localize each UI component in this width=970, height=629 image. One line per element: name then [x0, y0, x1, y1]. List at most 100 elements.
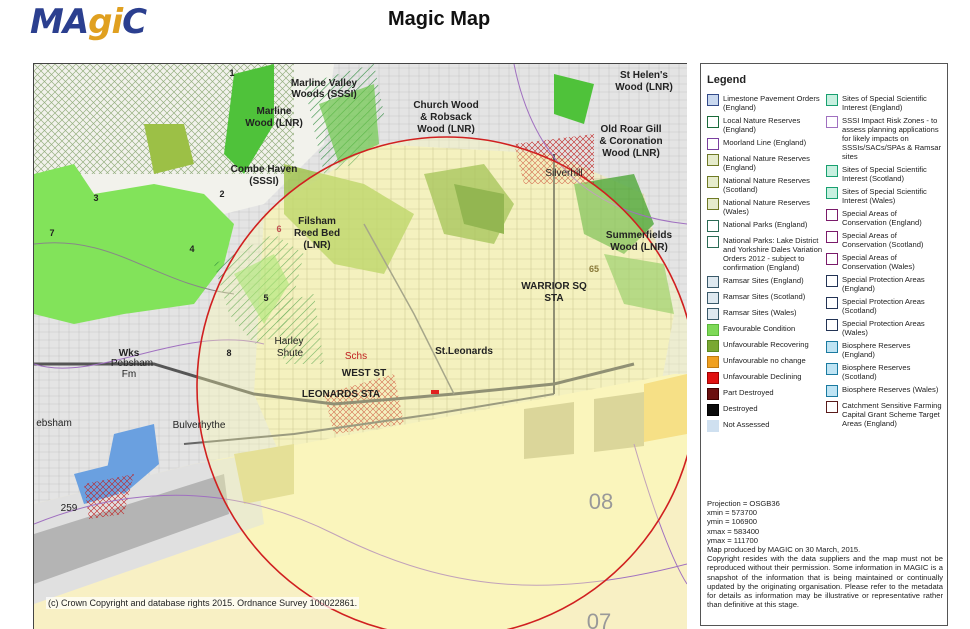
label-site-8: 8	[226, 348, 231, 358]
sac-swatch	[826, 209, 838, 221]
biosphere-swatch	[826, 341, 838, 353]
biosphere-wales-swatch	[826, 385, 838, 397]
nochange-swatch	[707, 356, 719, 368]
legend-item: Special Protection Areas (Wales)	[826, 319, 942, 337]
legend-column-1: Limestone Pavement Orders (England) Local…	[707, 94, 823, 436]
nnr-scot-swatch	[707, 176, 719, 188]
ramsar-wales-swatch	[707, 308, 719, 320]
label-site-2: 2	[219, 189, 224, 199]
legend-item-label: Special Areas of Conservation (England)	[842, 209, 922, 227]
sssi-wales-swatch	[826, 187, 838, 199]
legend-item-label: Moorland Line (England)	[723, 138, 807, 147]
legend-item: Unfavourable Recovering	[707, 340, 823, 352]
produced-text: Map produced by MAGIC on 30 March, 2015.	[707, 545, 861, 555]
label-west-st: WEST ST	[342, 368, 386, 379]
ymin-text: ymin = 106900	[707, 517, 758, 527]
declining-swatch	[707, 372, 719, 384]
label-site-6: 6	[276, 224, 281, 234]
map-copyright: (c) Crown Copyright and database rights …	[46, 597, 360, 609]
label-sta: STA	[544, 293, 563, 304]
label-st-helens-wood: Wood (LNR)	[615, 82, 673, 93]
label-robsack-wood: Wood (LNR)	[417, 124, 475, 135]
lnr-swatch	[707, 116, 719, 128]
spa-swatch	[826, 275, 838, 287]
legend-item: Not Assessed	[707, 420, 823, 432]
magic-logo: MAgiC	[30, 2, 147, 42]
legend-item-label: Ramsar Sites (Wales)	[723, 308, 797, 317]
legend-item: National Parks: Lake District and Yorksh…	[707, 236, 823, 272]
label-reed-lnr: (LNR)	[303, 240, 330, 251]
map-view[interactable]: Marline Valley Woods (SSSI) Marline Wood…	[33, 63, 687, 629]
legend-item-label: National Nature Reserves (England)	[723, 154, 810, 172]
not-assessed-swatch	[707, 420, 719, 432]
legend-item: Destroyed	[707, 404, 823, 416]
label-marline: Marline	[256, 106, 291, 117]
nnr-swatch	[707, 154, 719, 166]
sssi-swatch	[826, 94, 838, 106]
legend-item-label: National Parks: Lake District and Yorksh…	[723, 236, 823, 272]
xmax-text: xmax = 583400	[707, 526, 760, 536]
label-summerfields: Summerfields	[606, 230, 673, 241]
legend-item-label: Biosphere Reserves (Wales)	[842, 385, 939, 394]
legend-item-label: Special Areas of Conservation (Scotland)	[842, 231, 924, 249]
label-grid-08: 08	[589, 489, 613, 514]
csf-swatch	[826, 401, 838, 413]
moorland-swatch	[707, 138, 719, 150]
label-site-7: 7	[49, 228, 54, 238]
legend-title: Legend	[707, 74, 747, 86]
irz-swatch	[826, 116, 838, 128]
label-site-5: 5	[263, 293, 268, 303]
legend-item-label: Unfavourable Recovering	[723, 340, 809, 349]
legend-item: Biosphere Reserves (Wales)	[826, 385, 942, 397]
legend-item: Biosphere Reserves (England)	[826, 341, 942, 359]
sssi-scot-swatch	[826, 165, 838, 177]
spa-scot-swatch	[826, 297, 838, 309]
label-st-helens: St Helen's	[620, 70, 668, 81]
label-ebsham: ebsham	[36, 418, 72, 429]
label-site-4: 4	[189, 244, 194, 254]
legend-item: Sites of Special Scientific Interest (Wa…	[826, 187, 942, 205]
legend-item-label: Sites of Special Scientific Interest (Sc…	[842, 165, 927, 183]
legend-item: Local Nature Reserves (England)	[707, 116, 823, 134]
page-title: Magic Map	[388, 8, 491, 30]
label-old-roar: Old Roar Gill	[600, 124, 661, 135]
label-grid-07: 07	[587, 609, 611, 629]
label-site-3: 3	[93, 193, 98, 203]
ramsar-scot-swatch	[707, 292, 719, 304]
legend-item: Special Areas of Conservation (England)	[826, 209, 942, 227]
label-grid-259: 259	[61, 503, 78, 514]
label-leonards-sta: LEONARDS STA	[302, 389, 380, 400]
legend-panel: Legend Limestone Pavement Orders (Englan…	[700, 63, 948, 626]
label-woods-sssi: Woods (SSSI)	[291, 89, 356, 100]
legend-item: Unfavourable no change	[707, 356, 823, 368]
legend-item-label: Destroyed	[723, 404, 758, 413]
legend-item-label: Limestone Pavement Orders (England)	[723, 94, 820, 112]
legend-item: Sites of Special Scientific Interest (En…	[826, 94, 942, 112]
map-canvas[interactable]: Marline Valley Woods (SSSI) Marline Wood…	[34, 64, 687, 629]
spa-wales-swatch	[826, 319, 838, 331]
legend-item: National Nature Reserves (England)	[707, 154, 823, 172]
label-combe-sssi: (SSSI)	[249, 176, 278, 187]
legend-item-label: Special Protection Areas (Scotland)	[842, 297, 925, 315]
ramsar-swatch	[707, 276, 719, 288]
legend-item: Ramsar Sites (Scotland)	[707, 292, 823, 304]
label-silverhill: Silverhill	[545, 168, 582, 179]
favourable-swatch	[707, 324, 719, 336]
legend-item-label: Part Destroyed	[723, 388, 774, 397]
destroyed-swatch	[707, 404, 719, 416]
legend-item: Catchment Sensitive Farming Capital Gran…	[826, 401, 942, 428]
legend-item-label: Unfavourable no change	[723, 356, 806, 365]
label-bulverhythe: Bulverhythe	[173, 420, 226, 431]
legend-item-label: SSSI Impact Risk Zones - to assess plann…	[842, 116, 942, 161]
legend-item: Unfavourable Declining	[707, 372, 823, 384]
legend-item: National Nature Reserves (Wales)	[707, 198, 823, 216]
legend-item-label: Catchment Sensitive Farming Capital Gran…	[842, 401, 942, 428]
disclaimer-text: Copyright resides with the data supplier…	[707, 554, 943, 610]
legend-item: Ramsar Sites (England)	[707, 276, 823, 288]
legend-item: National Parks (England)	[707, 220, 823, 232]
legend-item-label: Special Protection Areas (Wales)	[842, 319, 925, 337]
nnr-wales-swatch	[707, 198, 719, 210]
label-coronation: & Coronation	[599, 136, 662, 147]
legend-item: Ramsar Sites (Wales)	[707, 308, 823, 320]
sac-wales-swatch	[826, 253, 838, 265]
